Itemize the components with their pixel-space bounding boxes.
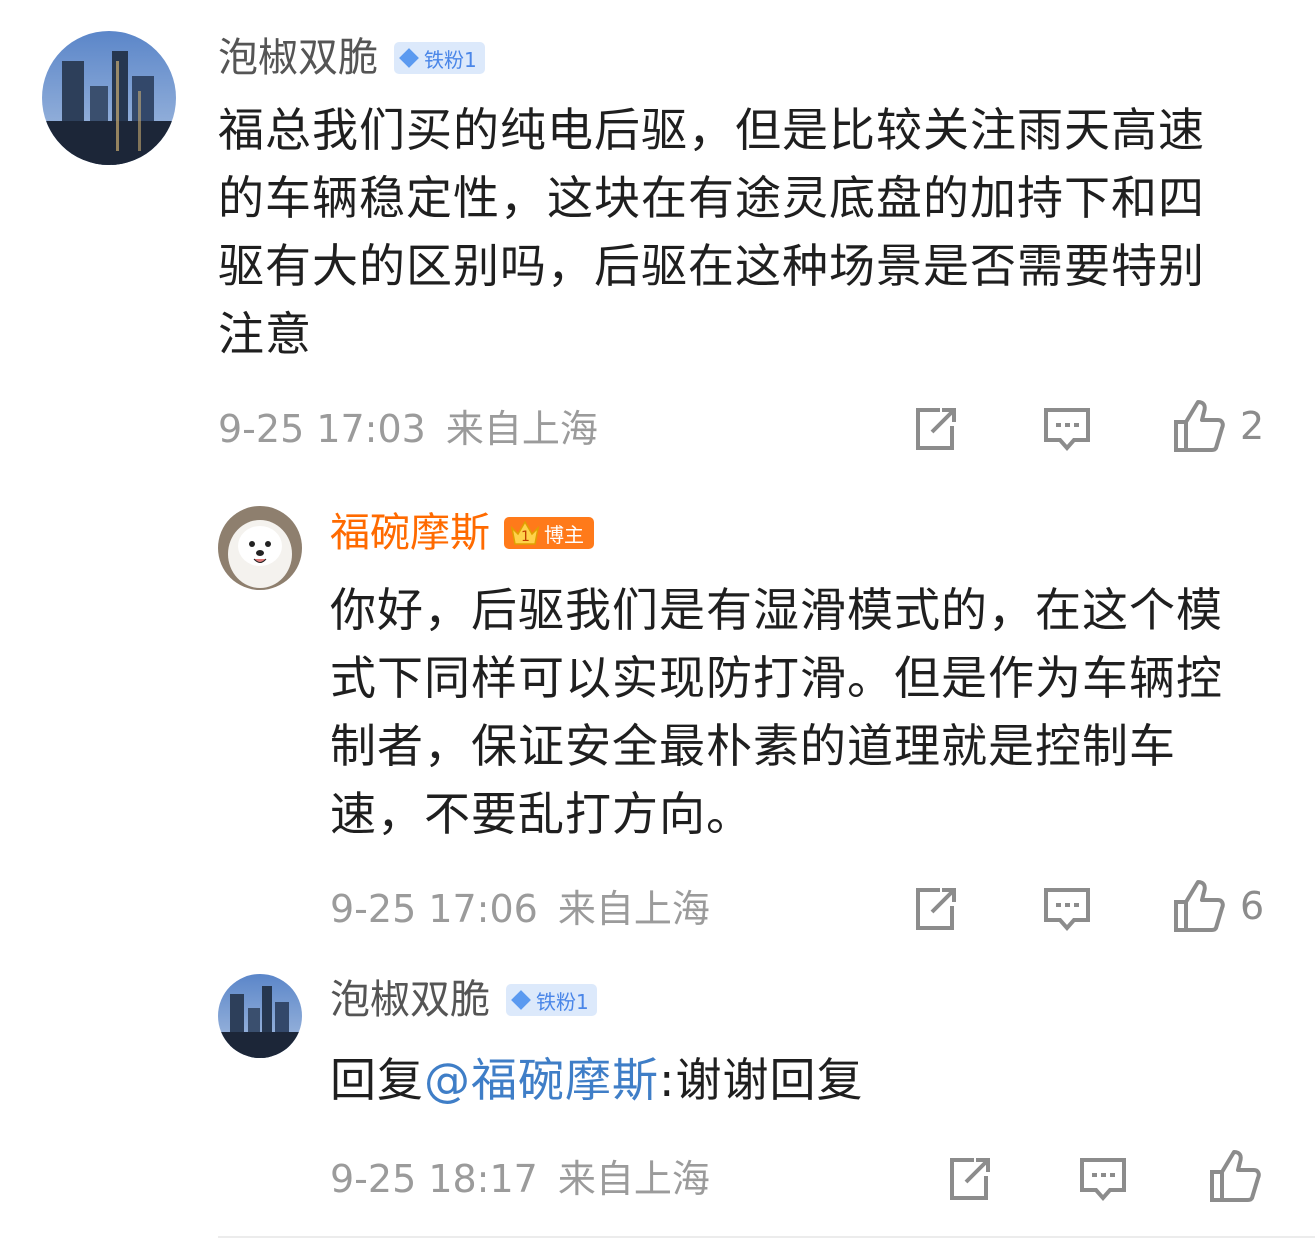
- fan-badge[interactable]: 铁粉1: [506, 984, 597, 1016]
- comment-icon: [1044, 888, 1090, 932]
- share-button[interactable]: [910, 404, 960, 454]
- comment-button[interactable]: [1078, 1154, 1128, 1204]
- avatar[interactable]: [218, 506, 302, 590]
- fan-badge-label: 铁粉1: [424, 47, 477, 72]
- diamond-icon: [511, 990, 531, 1010]
- like-count: 2: [1240, 404, 1265, 448]
- share-icon: [950, 1158, 990, 1200]
- comment-location: 来自上海: [557, 887, 710, 931]
- comment-button[interactable]: [1042, 884, 1092, 934]
- like-button[interactable]: 6: [1172, 878, 1264, 934]
- comment-time: 9-25 17:03: [218, 407, 426, 451]
- avatar[interactable]: [218, 974, 302, 1058]
- fan-badge[interactable]: 铁粉1: [394, 42, 485, 74]
- owner-badge[interactable]: 1 博主: [504, 517, 594, 549]
- divider: [218, 1236, 1315, 1238]
- username[interactable]: 福碗摩斯: [330, 509, 490, 557]
- share-button[interactable]: [910, 884, 960, 934]
- comment-location: 来自上海: [445, 407, 598, 451]
- like-count: 6: [1240, 884, 1265, 928]
- crown-icon: 1: [510, 520, 540, 546]
- diamond-icon: [399, 48, 419, 68]
- like-icon: [1174, 400, 1225, 452]
- like-button[interactable]: [1208, 1148, 1262, 1204]
- reply-prefix: 回复: [330, 1053, 424, 1107]
- comment-text: 福总我们买的纯电后驱，但是比较关注雨天高速的车辆稳定性，这块在有途灵底盘的加持下…: [218, 103, 1205, 361]
- avatar[interactable]: [42, 31, 176, 165]
- comment-icon: [1044, 408, 1090, 452]
- comment-button[interactable]: [1042, 404, 1092, 454]
- username[interactable]: 泡椒双脆: [330, 976, 490, 1024]
- owner-badge-level: 1: [521, 529, 530, 545]
- comment-icon: [1080, 1158, 1126, 1202]
- reply-text: 回复@福碗摩斯:谢谢回复: [330, 1046, 1240, 1114]
- share-button[interactable]: [944, 1154, 994, 1204]
- owner-badge-label: 博主: [544, 522, 584, 547]
- comment-text: 你好，后驱我们是有湿滑模式的，在这个模式下同样可以实现防打滑。但是作为车辆控制者…: [330, 583, 1223, 841]
- comment-time: 9-25 18:17: [330, 1157, 538, 1201]
- like-button[interactable]: 2: [1172, 398, 1264, 454]
- comment-location: 来自上海: [557, 1157, 710, 1201]
- like-icon: [1174, 880, 1225, 932]
- comment-time: 9-25 17:06: [330, 887, 538, 931]
- username[interactable]: 泡椒双脆: [218, 34, 378, 82]
- fan-badge-label: 铁粉1: [536, 989, 589, 1014]
- like-icon: [1210, 1150, 1261, 1202]
- share-icon: [916, 888, 956, 930]
- reply-content: :谢谢回复: [659, 1053, 864, 1107]
- share-icon: [916, 408, 956, 450]
- mention-link[interactable]: @福碗摩斯: [424, 1053, 659, 1107]
